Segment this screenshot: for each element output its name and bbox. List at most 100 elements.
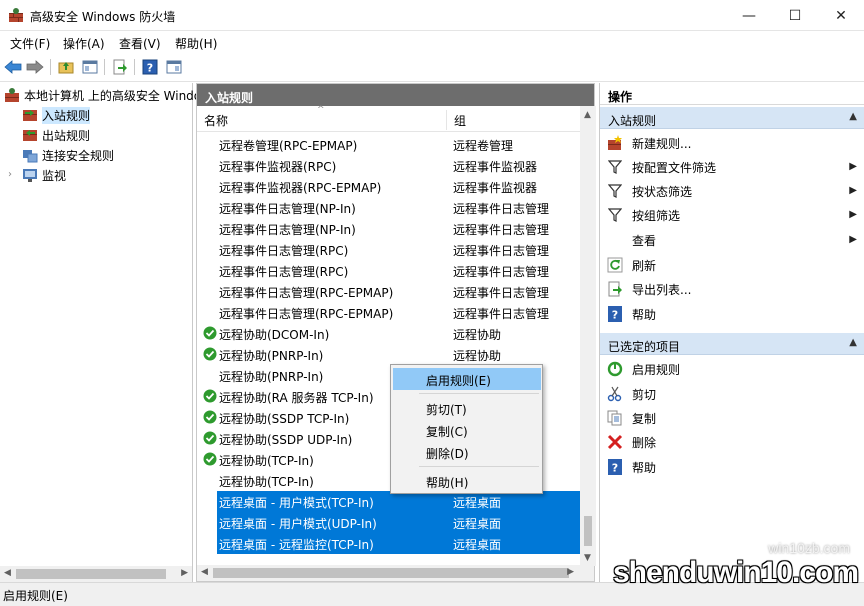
- action-filter-state[interactable]: 按状态筛选 ▶: [600, 179, 864, 203]
- scroll-right-icon[interactable]: ▶: [181, 568, 188, 578]
- rule-name: 远程协助(SSDP UDP-In): [219, 433, 353, 447]
- action-refresh[interactable]: 刷新: [600, 253, 864, 277]
- rule-name: 远程桌面 - 远程监控(TCP-In): [219, 538, 374, 552]
- tree-item-monitoring[interactable]: 监视: [22, 165, 66, 185]
- section-selected-items[interactable]: 已选定的项目 ▲: [600, 333, 864, 355]
- action-enable-rule[interactable]: 启用规则: [600, 357, 864, 381]
- tree-item-label: 入站规则: [42, 106, 91, 124]
- maximize-button[interactable]: ☐: [772, 0, 818, 31]
- show-action-pane-icon[interactable]: [164, 57, 184, 77]
- action-label: 剪切: [632, 387, 657, 402]
- action-help[interactable]: ? 帮助: [600, 302, 864, 326]
- rule-name: 远程事件日志管理(NP-In): [219, 202, 356, 216]
- left-horizontal-scrollbar[interactable]: ◀ ▶: [0, 566, 192, 582]
- svg-text:?: ?: [147, 62, 153, 75]
- table-row[interactable]: 远程协助(DCOM-In) 远程协助: [197, 323, 580, 344]
- rule-group: 远程桌面: [453, 496, 502, 510]
- rule-name: 远程事件日志管理(RPC-EPMAP): [219, 307, 394, 321]
- ctx-cut[interactable]: 剪切(T): [393, 397, 541, 419]
- forward-icon[interactable]: [25, 57, 45, 77]
- collapse-icon[interactable]: ▲: [849, 337, 857, 348]
- table-row[interactable]: 远程协助(PNRP-In) 远程协助: [197, 344, 580, 365]
- tree-item-outbound-rules[interactable]: 出站规则: [22, 125, 90, 145]
- action-label: 按组筛选: [632, 208, 681, 223]
- ctx-help[interactable]: 帮助(H): [393, 470, 541, 492]
- collapse-icon[interactable]: ▲: [849, 111, 857, 122]
- table-row[interactable]: 远程卷管理(RPC-EPMAP) 远程卷管理: [197, 134, 580, 155]
- ctx-delete[interactable]: 删除(D): [393, 441, 541, 463]
- tree-root[interactable]: 本地计算机 上的高级安全 Windows: [4, 85, 217, 105]
- tree-item-connection-security[interactable]: 连接安全规则: [22, 145, 114, 165]
- column-group[interactable]: 组: [454, 112, 466, 129]
- back-icon[interactable]: [3, 57, 23, 77]
- action-copy[interactable]: 复制: [600, 406, 864, 430]
- action-view[interactable]: 查看 ▶: [600, 228, 864, 252]
- context-menu: 启用规则(E) 剪切(T) 复制(C) 删除(D) 帮助(H): [390, 364, 543, 494]
- enable-rule-icon: [607, 361, 623, 377]
- ctx-enable-rule[interactable]: 启用规则(E): [393, 368, 541, 390]
- action-new-rule[interactable]: 新建规则...: [600, 131, 864, 155]
- action-cut[interactable]: 剪切: [600, 382, 864, 406]
- inbound-rules-icon: [23, 110, 37, 121]
- rule-name: 远程事件日志管理(RPC): [219, 244, 349, 258]
- table-row[interactable]: 远程事件日志管理(RPC) 远程事件日志管理: [197, 260, 580, 281]
- scroll-left-icon[interactable]: ◀: [201, 567, 208, 577]
- action-label: 新建规则...: [632, 136, 692, 151]
- svg-text:?: ?: [612, 309, 618, 322]
- enabled-check-icon: [203, 452, 217, 466]
- table-row[interactable]: 远程事件日志管理(RPC) 远程事件日志管理: [197, 239, 580, 260]
- help-icon: ?: [607, 459, 623, 475]
- enabled-check-icon: [203, 431, 217, 445]
- watermark: shenduwin10.com: [612, 556, 859, 589]
- help-icon[interactable]: ?: [140, 57, 160, 77]
- table-row[interactable]: 远程桌面 - 用户模式(TCP-In) 远程桌面: [217, 491, 580, 512]
- up-folder-icon[interactable]: [56, 57, 76, 77]
- close-button[interactable]: ✕: [818, 0, 864, 31]
- scroll-left-icon[interactable]: ◀: [4, 568, 11, 578]
- filter-icon: [607, 183, 623, 199]
- enabled-check-icon: [203, 347, 217, 361]
- rule-name: 远程桌面 - 用户模式(UDP-In): [219, 517, 377, 531]
- menu-file[interactable]: 文件(F): [10, 35, 50, 52]
- enabled-check-icon: [203, 389, 217, 403]
- action-help-selected[interactable]: ? 帮助: [600, 455, 864, 479]
- table-row[interactable]: 远程桌面 - 用户模式(UDP-In) 远程桌面: [217, 512, 580, 533]
- action-filter-profile[interactable]: 按配置文件筛选 ▶: [600, 155, 864, 179]
- action-label: 删除: [632, 435, 657, 450]
- rule-name: 远程协助(PNRP-In): [219, 370, 324, 384]
- rules-vertical-scrollbar[interactable]: ▲ ▼: [580, 106, 596, 566]
- ctx-copy[interactable]: 复制(C): [393, 419, 541, 441]
- actions-pane-header: 操作: [600, 83, 864, 105]
- menu-help[interactable]: 帮助(H): [175, 35, 217, 52]
- scroll-up-icon[interactable]: ▲: [584, 110, 591, 120]
- menu-action[interactable]: 操作(A): [63, 35, 105, 52]
- show-hide-tree-icon[interactable]: [80, 57, 100, 77]
- action-filter-group[interactable]: 按组筛选 ▶: [600, 203, 864, 227]
- scroll-right-icon[interactable]: ▶: [567, 567, 574, 577]
- action-export-list[interactable]: 导出列表...: [600, 277, 864, 301]
- rule-name: 远程协助(DCOM-In): [219, 328, 330, 342]
- table-row[interactable]: 远程事件日志管理(RPC-EPMAP) 远程事件日志管理: [197, 302, 580, 323]
- filter-icon: [607, 207, 623, 223]
- table-row[interactable]: 远程事件日志管理(NP-In) 远程事件日志管理: [197, 197, 580, 218]
- rule-group: 远程卷管理: [453, 139, 514, 153]
- table-row[interactable]: 远程事件监视器(RPC-EPMAP) 远程事件监视器: [197, 176, 580, 197]
- table-row[interactable]: 远程事件监视器(RPC) 远程事件监视器: [197, 155, 580, 176]
- scroll-down-icon[interactable]: ▼: [584, 553, 591, 563]
- table-row[interactable]: 远程事件日志管理(RPC-EPMAP) 远程事件日志管理: [197, 281, 580, 302]
- tree-item-inbound-rules[interactable]: 入站规则: [22, 105, 91, 125]
- action-label: 按配置文件筛选: [632, 160, 717, 175]
- minimize-button[interactable]: —: [726, 0, 772, 31]
- export-icon[interactable]: [110, 57, 130, 77]
- table-row[interactable]: 远程事件日志管理(NP-In) 远程事件日志管理: [197, 218, 580, 239]
- table-row[interactable]: 远程桌面 - 远程监控(TCP-In) 远程桌面: [217, 533, 580, 554]
- connection-security-icon: [23, 150, 38, 163]
- rules-horizontal-scrollbar[interactable]: ◀ ▶: [197, 565, 594, 581]
- section-inbound-rules[interactable]: 入站规则 ▲: [600, 107, 864, 129]
- new-rule-icon: [607, 135, 623, 151]
- expand-arrow-icon[interactable]: ›: [8, 169, 12, 180]
- action-delete[interactable]: 删除: [600, 430, 864, 454]
- rules-pane-header: 入站规则: [197, 84, 594, 106]
- menu-view[interactable]: 查看(V): [119, 35, 161, 52]
- column-name[interactable]: 名称: [204, 112, 228, 129]
